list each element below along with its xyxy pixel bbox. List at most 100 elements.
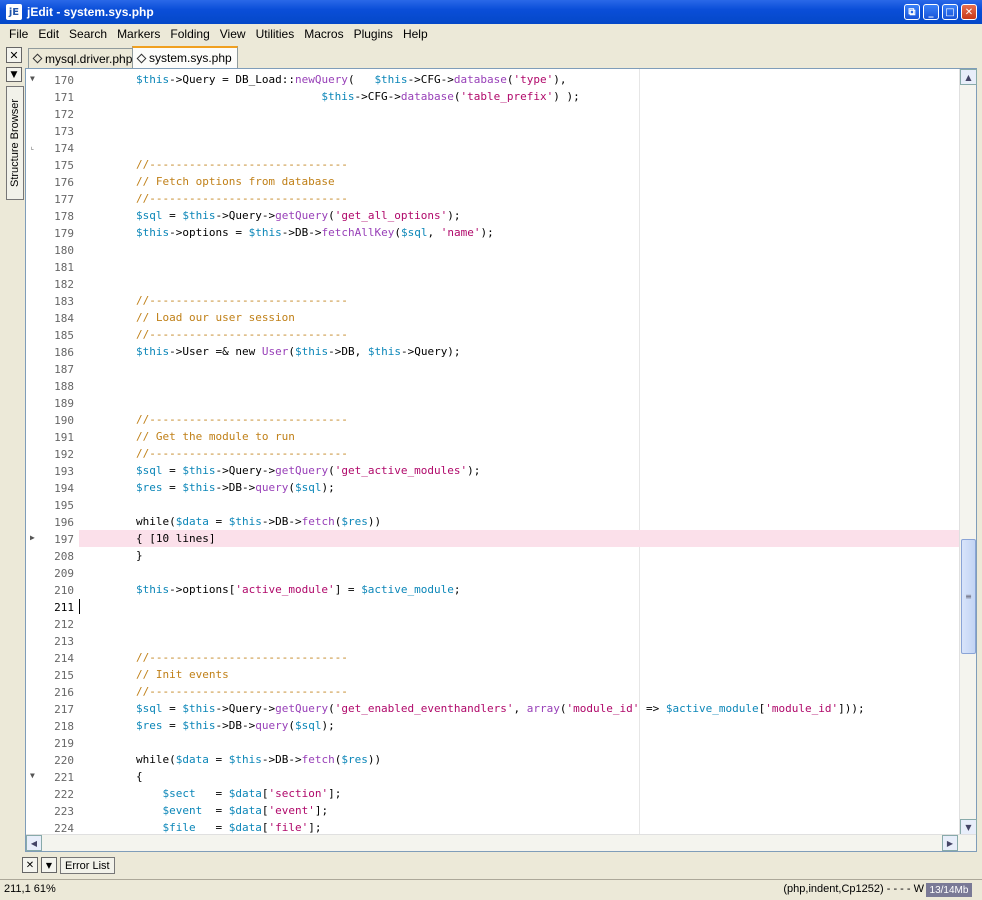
- code-line[interactable]: [79, 615, 959, 632]
- gutter-line[interactable]: 192: [26, 445, 79, 462]
- gutter-line[interactable]: 180: [26, 241, 79, 258]
- menu-view[interactable]: View: [215, 27, 251, 41]
- scroll-down-icon[interactable]: ▼: [960, 819, 977, 835]
- gutter-line[interactable]: 217: [26, 700, 79, 717]
- code-line[interactable]: //------------------------------: [79, 445, 959, 462]
- text-editor[interactable]: ▼ 170 171 172 173 ⌞ 174 175 176 177 178 179 180 181 18…: [25, 68, 977, 852]
- fold-open-icon[interactable]: ▼: [30, 74, 35, 83]
- structure-browser-tab[interactable]: Structure Browser: [6, 86, 24, 200]
- gutter-line[interactable]: 179: [26, 224, 79, 241]
- gutter-line[interactable]: 175: [26, 156, 79, 173]
- vertical-scrollbar[interactable]: ▲ ≡ ▼: [959, 69, 977, 835]
- gutter-line[interactable]: 182: [26, 275, 79, 292]
- gutter-line[interactable]: 181: [26, 258, 79, 275]
- code-line[interactable]: // Get the module to run: [79, 428, 959, 445]
- gutter-line[interactable]: 186: [26, 343, 79, 360]
- gutter-line[interactable]: 213: [26, 632, 79, 649]
- gutter-line[interactable]: 173: [26, 122, 79, 139]
- fold-closed-icon[interactable]: ▶: [30, 533, 35, 542]
- menu-search[interactable]: Search: [64, 27, 112, 41]
- code-line[interactable]: }: [79, 547, 959, 564]
- code-line[interactable]: [79, 394, 959, 411]
- code-line[interactable]: [79, 496, 959, 513]
- code-line[interactable]: [79, 360, 959, 377]
- menu-plugins[interactable]: Plugins: [349, 27, 398, 41]
- buffer-mode[interactable]: (php,indent,Cp1252) - - - - W: [783, 883, 924, 895]
- code-line[interactable]: [79, 564, 959, 581]
- code-line[interactable]: [79, 241, 959, 258]
- gutter-line[interactable]: 212: [26, 615, 79, 632]
- gutter-line[interactable]: 208: [26, 547, 79, 564]
- gutter-line[interactable]: 178: [26, 207, 79, 224]
- gutter-line[interactable]: 176: [26, 173, 79, 190]
- menu-macros[interactable]: Macros: [299, 27, 348, 41]
- dock-menu-icon[interactable]: ▼: [41, 857, 57, 873]
- gutter-line[interactable]: 193: [26, 462, 79, 479]
- fold-open-icon[interactable]: ▼: [30, 771, 35, 780]
- close-buffer-icon[interactable]: ✕: [6, 47, 22, 63]
- code-line[interactable]: //------------------------------: [79, 292, 959, 309]
- scroll-thumb[interactable]: ≡: [961, 539, 976, 654]
- gutter-line[interactable]: 222: [26, 785, 79, 802]
- code-line[interactable]: $sql = $this->Query->getQuery('get_all_o…: [79, 207, 959, 224]
- code-line[interactable]: [79, 258, 959, 275]
- scroll-up-icon[interactable]: ▲: [960, 69, 977, 85]
- code-line[interactable]: //------------------------------: [79, 156, 959, 173]
- code-line[interactable]: [79, 275, 959, 292]
- gutter-line[interactable]: ▼ 170: [26, 71, 79, 88]
- scroll-right-icon[interactable]: ▶: [942, 835, 958, 851]
- code-line[interactable]: $sect = $data['section'];: [79, 785, 959, 802]
- code-line[interactable]: //------------------------------: [79, 411, 959, 428]
- code-line[interactable]: //------------------------------: [79, 683, 959, 700]
- code-line[interactable]: // Load our user session: [79, 309, 959, 326]
- gutter-line[interactable]: 184: [26, 309, 79, 326]
- code-line[interactable]: { [10 lines]: [79, 530, 959, 547]
- gutter-line[interactable]: 177: [26, 190, 79, 207]
- horizontal-scrollbar[interactable]: ◀ ▶: [26, 834, 976, 851]
- gutter-line[interactable]: 196: [26, 513, 79, 530]
- gutter-line[interactable]: ▶ 197: [26, 530, 79, 547]
- code-line[interactable]: //------------------------------: [79, 190, 959, 207]
- menu-file[interactable]: File: [4, 27, 33, 41]
- code-line[interactable]: $res = $this->DB->query($sql);: [79, 479, 959, 496]
- code-line[interactable]: $this->options['active_module'] = $activ…: [79, 581, 959, 598]
- code-line[interactable]: $file = $data['file'];: [79, 819, 959, 835]
- code-line[interactable]: $sql = $this->Query->getQuery('get_activ…: [79, 462, 959, 479]
- error-list-tab[interactable]: Error List: [60, 857, 115, 874]
- menu-help[interactable]: Help: [398, 27, 433, 41]
- restore-layout-icon[interactable]: ⧉: [904, 4, 920, 20]
- gutter-line[interactable]: 188: [26, 377, 79, 394]
- gutter-line[interactable]: 211: [26, 598, 79, 615]
- code-line[interactable]: [79, 632, 959, 649]
- code-line[interactable]: [79, 122, 959, 139]
- code-line[interactable]: $this->User =& new User($this->DB, $this…: [79, 343, 959, 360]
- gutter-line[interactable]: 209: [26, 564, 79, 581]
- code-line[interactable]: $this->options = $this->DB->fetchAllKey(…: [79, 224, 959, 241]
- code-line[interactable]: [79, 734, 959, 751]
- menu-folding[interactable]: Folding: [165, 27, 214, 41]
- code-line[interactable]: [79, 139, 959, 156]
- code-line[interactable]: // Init events: [79, 666, 959, 683]
- gutter-line[interactable]: ⌞ 174: [26, 139, 79, 156]
- code-line[interactable]: [79, 598, 959, 615]
- gutter-line[interactable]: 194: [26, 479, 79, 496]
- gutter-line[interactable]: 189: [26, 394, 79, 411]
- gutter-line[interactable]: 210: [26, 581, 79, 598]
- menu-markers[interactable]: Markers: [112, 27, 165, 41]
- memory-indicator[interactable]: 13/14Mb: [926, 883, 972, 897]
- code-line[interactable]: $sql = $this->Query->getQuery('get_enabl…: [79, 700, 959, 717]
- scroll-left-icon[interactable]: ◀: [26, 835, 42, 851]
- gutter-line[interactable]: 171: [26, 88, 79, 105]
- gutter-line[interactable]: 190: [26, 411, 79, 428]
- gutter-line[interactable]: 183: [26, 292, 79, 309]
- gutter-line[interactable]: 195: [26, 496, 79, 513]
- code-line[interactable]: [79, 377, 959, 394]
- tab-system-sys[interactable]: system.sys.php: [132, 46, 238, 68]
- text-area[interactable]: $this->Query = DB_Load::newQuery( $this-…: [79, 69, 959, 835]
- menu-utilities[interactable]: Utilities: [251, 27, 300, 41]
- code-line[interactable]: //------------------------------: [79, 649, 959, 666]
- gutter-line[interactable]: 191: [26, 428, 79, 445]
- gutter-line[interactable]: 172: [26, 105, 79, 122]
- maximize-button[interactable]: □: [942, 4, 958, 20]
- code-line[interactable]: // Fetch options from database: [79, 173, 959, 190]
